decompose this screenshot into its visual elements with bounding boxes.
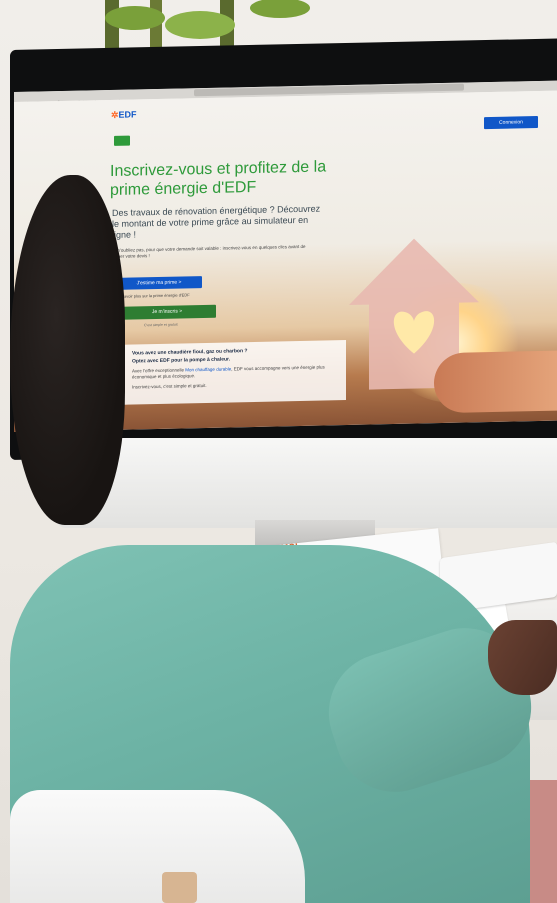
card-footer: Inscrivez-vous, c'est simple et gratuit. xyxy=(132,382,207,390)
chair-knob xyxy=(162,872,197,903)
card-title: Vous avez une chaudière fioul, gaz ou ch… xyxy=(132,348,248,357)
person-hair xyxy=(10,175,125,525)
person-hand xyxy=(488,620,557,695)
page-subheading: Des travaux de rénovation énergétique ? … xyxy=(112,203,321,240)
connexion-button[interactable]: Connexion xyxy=(484,116,538,130)
edf-logo[interactable]: ✲EDF xyxy=(111,109,137,121)
hamburger-menu-icon[interactable] xyxy=(114,135,130,146)
card-body: Avec l'offre exceptionnelle Mon chauffag… xyxy=(132,364,325,380)
register-button[interactable]: Je m'inscris > xyxy=(118,304,216,320)
estimate-prime-button[interactable]: J'estime ma prime > xyxy=(116,276,202,290)
heat-pump-offer-card: Vous avez une chaudière fioul, gaz ou ch… xyxy=(124,340,346,405)
monitor-chin xyxy=(56,438,557,528)
hand-holding-house xyxy=(434,350,557,414)
card-subtitle: Optez avec EDF pour la pompe à chaleur. xyxy=(132,356,231,365)
page-headline: Inscrivez-vous et profitez de la prime é… xyxy=(110,158,327,199)
offer-link[interactable]: Mon chauffage durable xyxy=(185,366,231,372)
chair-back xyxy=(10,790,305,903)
simple-free-text: C'est simple et gratuit xyxy=(144,322,178,328)
